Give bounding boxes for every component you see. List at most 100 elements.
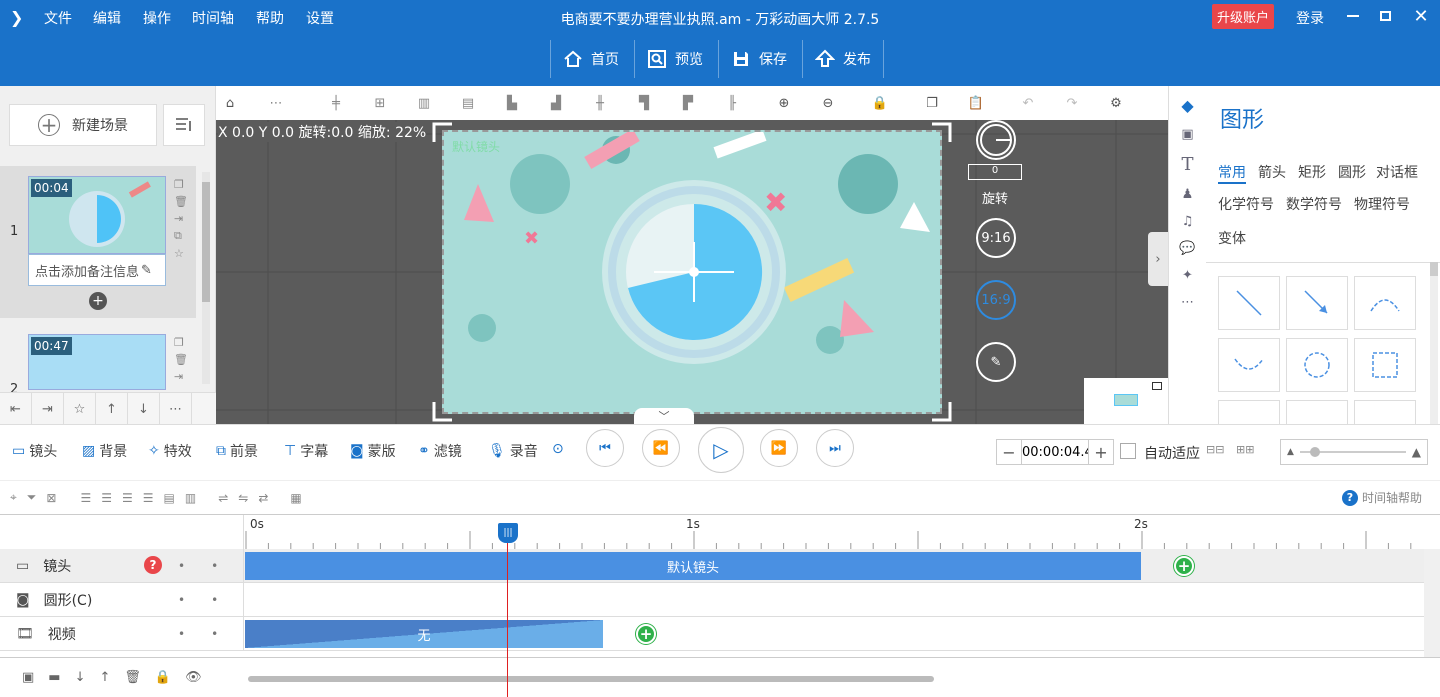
add-keyframe-icon[interactable]: + [636,624,656,644]
track-row-camera[interactable]: ▭ 镜头 ? •• 默认镜头 + [0,549,1424,583]
paste-icon[interactable]: 📋 [962,96,990,111]
properties-icon[interactable]: ▦ [290,491,301,505]
canvas-area[interactable]: X 0.0 Y 0.0 旋转:0.0 缩放: 22% ✖ ✖ 默认镜头 0 旋转… [216,120,1168,424]
align-track-icon[interactable]: ☰ [80,491,91,505]
align-top-icon[interactable]: ▤ [454,96,482,111]
align-track-6-icon[interactable]: ▥ [185,491,196,505]
close-icon[interactable]: ✕ [1410,6,1432,27]
more-tab-icon[interactable]: ⋯ [1181,295,1194,310]
category-physics[interactable]: 物理符号 [1354,194,1410,214]
scene-thumbnail[interactable]: 00:04 [28,176,166,254]
maximize-icon[interactable] [1374,6,1396,26]
move-down-icon[interactable]: ↓ [128,393,160,425]
category-circle[interactable]: 圆形 [1338,162,1366,182]
clear-filter-icon[interactable]: ⊠ [46,491,56,505]
upgrade-account-button[interactable]: 升级账户 [1212,4,1275,29]
layer-foreground-button[interactable]: ⧉ 前景 [216,441,258,461]
category-rect[interactable]: 矩形 [1298,162,1326,182]
collapse-timeline-icon[interactable]: ﹀ [634,408,694,424]
add-track-icon[interactable]: ▣ [22,670,34,685]
track-toggles[interactable]: •• [178,593,244,607]
favorite-icon[interactable]: ☆ [64,393,96,425]
rotate-value[interactable]: 0 [968,164,1022,180]
settings-icon[interactable]: ⚙ [1102,96,1130,111]
track-toggles[interactable]: •• [178,559,244,573]
delete-icon[interactable]: 🗑 [174,195,188,208]
distribute-v-icon[interactable]: ▛ [674,96,702,111]
auto-fit-checkbox[interactable] [1120,443,1136,459]
prev-scene-button[interactable]: ⏮ [586,429,624,467]
expand-panel-icon[interactable]: › [1148,232,1168,286]
shape-curve-arrow-icon[interactable] [1218,338,1280,392]
edit-pen-icon[interactable]: ✎ [976,342,1016,382]
category-variant[interactable]: 变体 [1218,228,1246,248]
shapes-scrollbar[interactable] [1430,262,1438,424]
export-icon[interactable]: ⇥ [174,370,188,383]
import-icon[interactable]: ⇤ [0,393,32,425]
scene-thumbnail[interactable]: 00:47 [28,334,166,390]
time-input[interactable] [1021,440,1089,464]
swap-icon[interactable]: ⇄ [258,491,268,505]
move-up-icon[interactable]: ↑ [100,670,111,685]
align-track-2-icon[interactable]: ☰ [101,491,112,505]
category-math[interactable]: 数学符号 [1286,194,1342,214]
shape-more-2[interactable] [1286,400,1348,424]
export-icon[interactable]: ⇥ [174,212,188,225]
layer-background-button[interactable]: ▨ 背景 [82,441,127,461]
align-vcenter-icon[interactable]: ╫ [586,96,614,111]
layer-camera-button[interactable]: ▭ 镜头 [12,441,57,461]
add-keyframe-icon[interactable]: + [1174,556,1194,576]
zoom-expand-icon[interactable]: ⊞⊞ [1236,443,1254,456]
align-track-4-icon[interactable]: ☰ [143,491,154,505]
align-left-icon[interactable]: ▥ [410,96,438,111]
more-options-icon[interactable]: ⋯ [262,96,290,111]
play-button[interactable]: ▷ [698,427,744,473]
help-badge-icon[interactable]: ? [144,556,162,574]
ratio-9-16-button[interactable]: 9:16 [976,218,1016,258]
next-scene-button[interactable]: ⏭ [816,429,854,467]
timeline-zoom-slider[interactable]: ▲ ▲ [1280,439,1428,465]
timeline-help-button[interactable]: ? 时间轴帮助 [1341,489,1422,506]
merge-icon[interactable]: ⇋ [238,491,248,505]
time-stepper[interactable]: − + [996,439,1114,465]
home-view-icon[interactable]: ⌂ [216,96,244,111]
category-dialog[interactable]: 对话框 [1376,162,1418,182]
scene-item[interactable]: 2 00:47 ❐ 🗑 ⇥ [0,324,196,397]
delete-icon[interactable]: 🗑 [124,670,141,685]
category-chemistry[interactable]: 化学符号 [1218,194,1274,214]
step-back-button[interactable]: ⏪ [642,429,680,467]
track-row-video[interactable]: 🎞 视频 •• 无 + [0,617,1424,651]
bubble-tab-icon[interactable]: 💬 [1179,241,1195,256]
more-layers-icon[interactable]: ⊙ [552,441,564,457]
zoom-fit-icon[interactable]: ⊟⊟ [1206,443,1224,456]
zoom-in-icon[interactable]: ⊕ [770,96,798,111]
minimize-icon[interactable] [1342,6,1364,26]
align-track-3-icon[interactable]: ☰ [122,491,133,505]
category-arrow[interactable]: 箭头 [1258,162,1286,182]
more-icon[interactable]: ⋯ [160,393,192,425]
time-ruler[interactable]: 0s 1s 2s [244,515,1424,549]
split-icon[interactable]: ⇌ [218,491,228,505]
lock-icon[interactable]: 🔒 [155,670,171,685]
video-clip[interactable]: 无 [245,620,603,648]
move-down-icon[interactable]: ↓ [75,670,86,685]
undo-icon[interactable]: ↶ [1014,96,1042,111]
layer-record-button[interactable]: 🎙 录音 [488,441,538,461]
align-bottom-icon[interactable]: ▙ [498,96,526,111]
minus-icon[interactable]: − [997,443,1021,462]
shape-more-1[interactable] [1218,400,1280,424]
distribute-h-icon[interactable]: ╟ [718,96,746,111]
rotate-handle-icon[interactable] [976,120,1016,160]
image-tab-icon[interactable]: ▣ [1181,127,1193,142]
duplicate-icon[interactable]: ⧉ [174,229,188,243]
shape-circle-icon[interactable] [1286,338,1348,392]
zoom-out-icon[interactable]: ⊖ [814,96,842,111]
shape-line-icon[interactable] [1218,276,1280,330]
add-scene-icon[interactable]: + [89,292,107,310]
copy-icon[interactable]: ❐ [174,178,188,191]
plus-icon[interactable]: + [1089,443,1113,462]
distribute-icon[interactable]: ⊞ [366,96,394,111]
scene-item[interactable]: 1 00:04 点击添加备注信息 ✎ ❐ 🗑 ⇥ ⧉ ☆ + [0,166,196,318]
copy-icon[interactable]: ❐ [174,336,188,349]
scene-scrollbar[interactable] [202,172,210,384]
